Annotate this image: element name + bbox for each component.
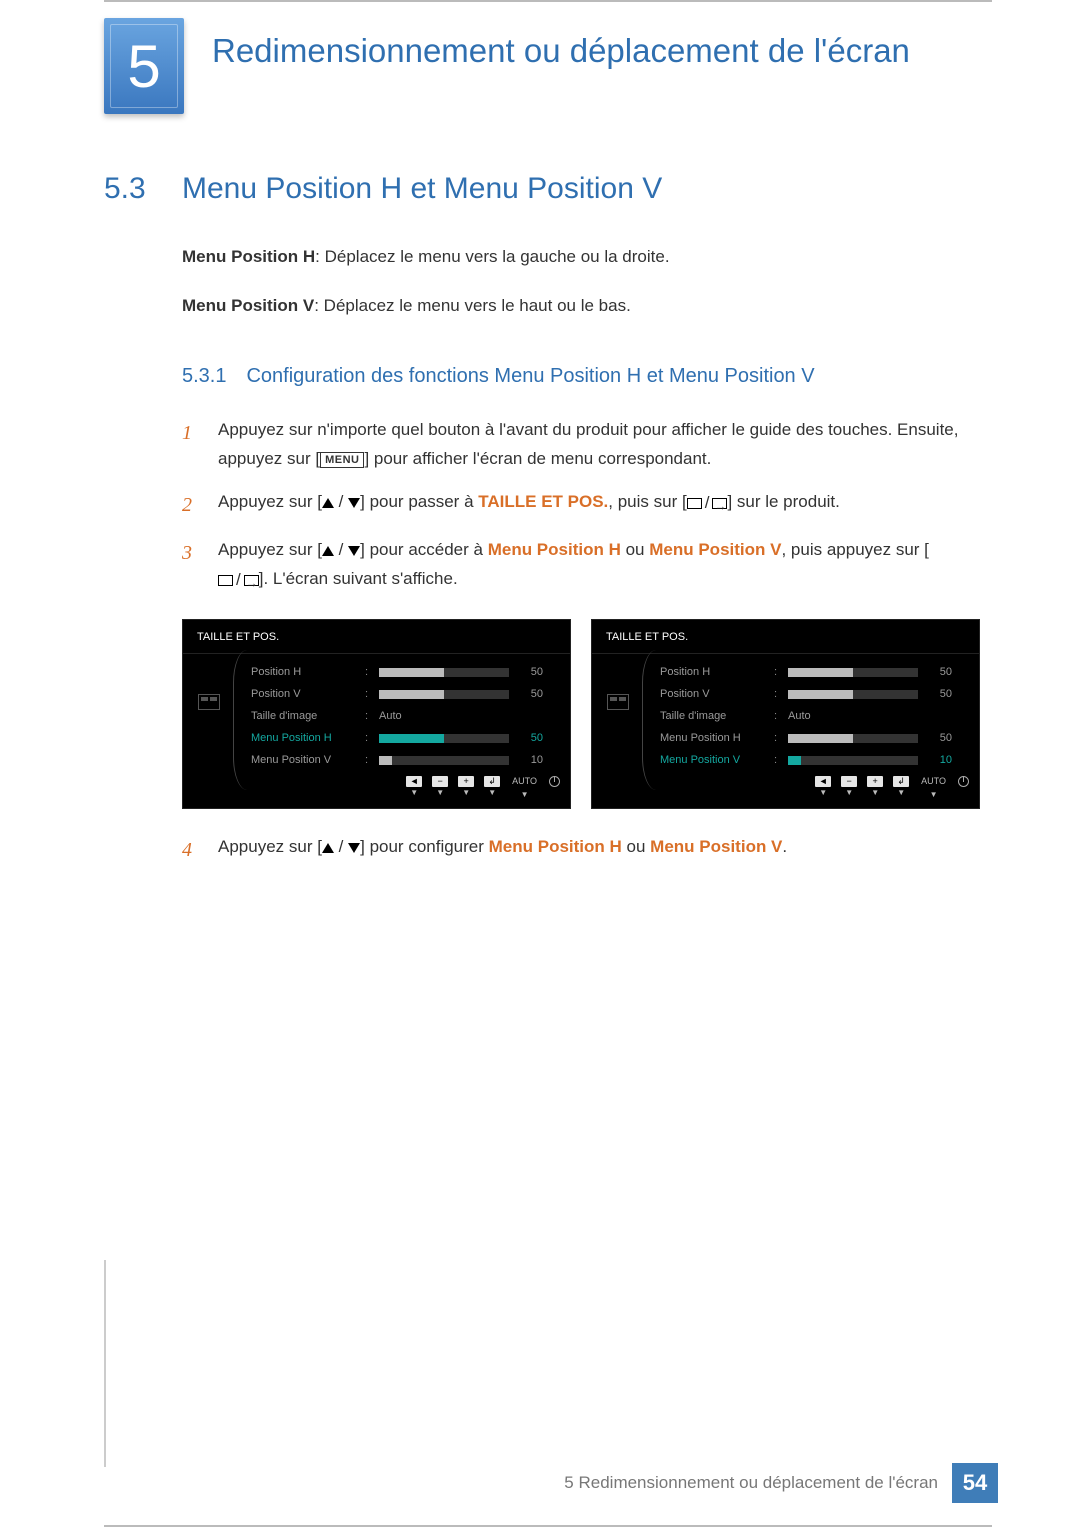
chapter-number-badge: 5 <box>104 18 184 114</box>
source-enter-icon: / <box>218 566 259 595</box>
section-heading: 5.3 Menu Position H et Menu Position V <box>104 172 980 206</box>
top-rule <box>104 0 992 2</box>
osd-row-position-v: Position V:50 <box>251 684 556 706</box>
up-icon <box>322 843 334 853</box>
osd-curve-deco <box>233 650 247 790</box>
subsection-number: 5.3.1 <box>182 365 226 388</box>
subsection-title: Configuration des fonctions Menu Positio… <box>246 365 814 388</box>
step-4: 4 Appuyez sur [ / ] pour configurer Menu… <box>182 833 980 867</box>
def-h-label: Menu Position H <box>182 247 315 266</box>
power-icon <box>549 776 560 787</box>
step-3: 3 Appuyez sur [ / ] pour accéder à Menu … <box>182 536 980 595</box>
page-footer: 5 Redimensionnement ou déplacement de l'… <box>564 1463 998 1503</box>
step-number: 1 <box>182 416 200 474</box>
power-icon <box>958 776 969 787</box>
osd-row-menu-position-v: Menu Position V:10 <box>660 750 965 772</box>
section-body: 5.3 Menu Position H et Menu Position V M… <box>0 114 1080 867</box>
footer-text: 5 Redimensionnement ou déplacement de l'… <box>564 1473 938 1493</box>
section-number: 5.3 <box>104 172 158 206</box>
step-text: Appuyez sur n'importe quel bouton à l'av… <box>218 416 980 474</box>
osd-side-icons <box>592 654 644 790</box>
step-text: Appuyez sur [ / ] pour configurer Menu P… <box>218 833 980 867</box>
def-h-text: : Déplacez le menu vers la gauche ou la … <box>315 247 669 266</box>
subsection-heading: 5.3.1 Configuration des fonctions Menu P… <box>182 365 980 388</box>
section-title: Menu Position H et Menu Position V <box>182 172 662 206</box>
chapter-title: Redimensionnement ou déplacement de l'éc… <box>212 24 910 71</box>
osd-curve-deco <box>642 650 656 790</box>
step-text: Appuyez sur [ / ] pour accéder à Menu Po… <box>218 536 980 595</box>
osd-footer-controls: ◄▼ −▼ +▼ ↲▼ AUTO▼ ▼ <box>406 774 560 802</box>
definitions: Menu Position H: Déplacez le menu vers l… <box>182 242 980 321</box>
down-icon <box>348 546 360 556</box>
step-1: 1 Appuyez sur n'importe quel bouton à l'… <box>182 416 980 474</box>
source-enter-icon: / <box>687 489 728 518</box>
page-number-badge: 54 <box>952 1463 998 1503</box>
menu-key-icon: MENU <box>320 452 364 468</box>
osd-row-menu-position-h: Menu Position H:50 <box>251 728 556 750</box>
up-icon <box>322 498 334 508</box>
left-rule <box>104 1260 106 1467</box>
osd-title: TAILLE ET POS. <box>183 620 570 654</box>
osd-row-menu-position-h: Menu Position H:50 <box>660 728 965 750</box>
step-text: Appuyez sur [ / ] pour passer à TAILLE E… <box>218 488 980 522</box>
step-number: 4 <box>182 833 200 867</box>
def-v-label: Menu Position V <box>182 296 314 315</box>
step-number: 2 <box>182 488 200 522</box>
osd-auto-label: AUTO <box>510 774 539 789</box>
osd-row-position-h: Position H:50 <box>251 662 556 684</box>
step-number: 3 <box>182 536 200 595</box>
osd-auto-label: AUTO <box>919 774 948 789</box>
osd-side-icons <box>183 654 235 790</box>
osd-panel-left: TAILLE ET POS. Position H:50 Position V:… <box>182 619 571 809</box>
down-icon <box>348 843 360 853</box>
osd-footer-controls: ◄▼ −▼ +▼ ↲▼ AUTO▼ ▼ <box>815 774 969 802</box>
osd-row-image-size: Taille d'image:Auto <box>660 706 965 728</box>
osd-figures: TAILLE ET POS. Position H:50 Position V:… <box>182 619 980 809</box>
osd-row-image-size: Taille d'image:Auto <box>251 706 556 728</box>
chapter-header: 5 Redimensionnement ou déplacement de l'… <box>0 0 1080 114</box>
size-pos-icon <box>607 694 629 710</box>
osd-row-menu-position-v: Menu Position V:10 <box>251 750 556 772</box>
size-pos-icon <box>198 694 220 710</box>
osd-row-position-h: Position H:50 <box>660 662 965 684</box>
osd-title: TAILLE ET POS. <box>592 620 979 654</box>
def-v-text: : Déplacez le menu vers le haut ou le ba… <box>314 296 631 315</box>
osd-panel-right: TAILLE ET POS. Position H:50 Position V:… <box>591 619 980 809</box>
down-icon <box>348 498 360 508</box>
step-2: 2 Appuyez sur [ / ] pour passer à TAILLE… <box>182 488 980 522</box>
steps-list: 1 Appuyez sur n'importe quel bouton à l'… <box>182 416 980 867</box>
osd-row-position-v: Position V:50 <box>660 684 965 706</box>
up-icon <box>322 546 334 556</box>
